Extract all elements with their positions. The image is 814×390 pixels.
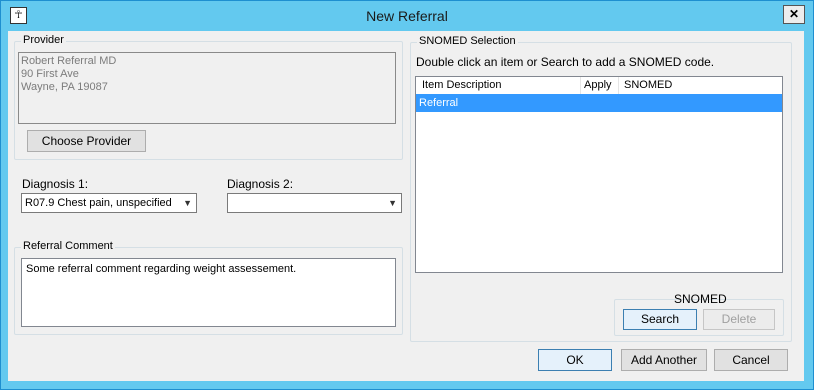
- close-button[interactable]: ✕: [783, 5, 805, 24]
- column-header-apply[interactable]: Apply: [581, 77, 619, 94]
- diagnosis-1-value: R07.9 Chest pain, unspecified: [25, 197, 172, 209]
- provider-name: Robert Referral MD: [21, 55, 117, 67]
- snomed-list-header: Item Description Apply SNOMED: [416, 77, 782, 95]
- provider-group-label: Provider: [21, 34, 66, 46]
- title-bar[interactable]: ☥ New Referral ✕: [1, 1, 813, 31]
- snomed-list[interactable]: Item Description Apply SNOMED Referral: [415, 76, 783, 273]
- snomed-selection-label: SNOMED Selection: [417, 35, 518, 47]
- cancel-button[interactable]: Cancel: [714, 349, 788, 371]
- diagnosis-2-label: Diagnosis 2:: [227, 177, 294, 191]
- snomed-instructions: Double click an item or Search to add a …: [416, 55, 715, 69]
- column-header-snomed[interactable]: SNOMED: [619, 77, 782, 94]
- list-item[interactable]: Referral: [416, 94, 782, 112]
- chevron-down-icon: ▼: [183, 198, 192, 208]
- diagnosis-2-select[interactable]: ▼: [227, 193, 402, 213]
- diagnosis-1-label: Diagnosis 1:: [22, 177, 89, 191]
- chevron-down-icon: ▼: [388, 198, 397, 208]
- close-icon: ✕: [788, 7, 800, 21]
- ok-button[interactable]: OK: [538, 349, 612, 371]
- window-title: New Referral: [366, 8, 448, 24]
- delete-button[interactable]: Delete: [703, 309, 775, 330]
- choose-provider-button[interactable]: Choose Provider: [27, 130, 146, 152]
- list-item-description: Referral: [419, 97, 459, 109]
- provider-address: Robert Referral MD 90 First Ave Wayne, P…: [18, 52, 396, 124]
- referral-comment-label: Referral Comment: [21, 240, 115, 252]
- diagnosis-1-select[interactable]: R07.9 Chest pain, unspecified ▼: [21, 193, 197, 213]
- add-another-button[interactable]: Add Another: [621, 349, 707, 371]
- provider-street: 90 First Ave: [21, 68, 79, 80]
- search-button[interactable]: Search: [623, 309, 697, 330]
- column-header-item-description[interactable]: Item Description: [416, 77, 581, 94]
- snomed-group-label: SNOMED: [674, 292, 727, 306]
- provider-city-state-zip: Wayne, PA 19087: [21, 81, 108, 93]
- referral-comment-textarea[interactable]: Some referral comment regarding weight a…: [21, 258, 396, 327]
